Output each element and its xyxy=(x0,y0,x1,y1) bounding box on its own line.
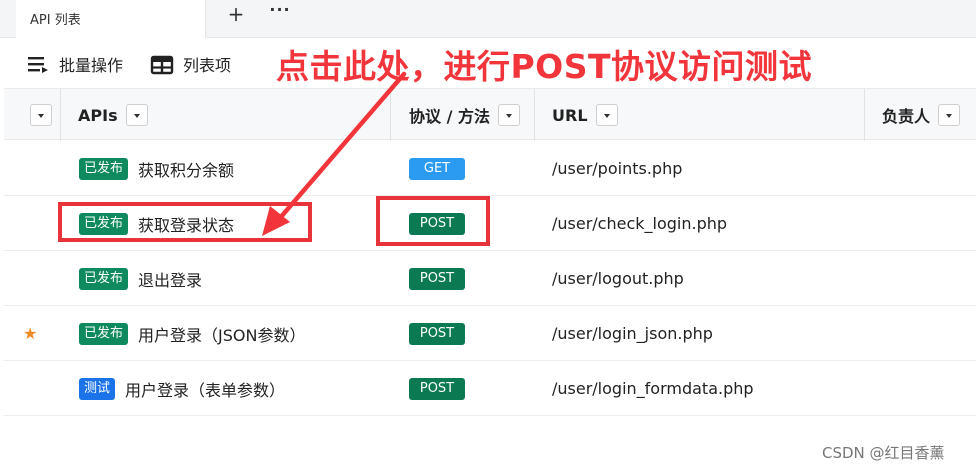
add-tab-button[interactable]: + xyxy=(224,2,248,26)
highlight-box-method xyxy=(376,196,490,246)
header-owner-dropdown[interactable] xyxy=(938,104,961,126)
url-text: /user/login_json.php xyxy=(552,324,713,343)
select-all-dropdown-cell xyxy=(30,89,52,141)
columns-button[interactable]: 列表项 xyxy=(150,51,231,77)
method-cell: GET xyxy=(409,141,465,196)
header-apis-label: APIs xyxy=(78,105,118,125)
api-name-link[interactable]: 用户登录（表单参数） xyxy=(125,377,285,401)
header-method-label: 协议 / 方法 xyxy=(409,107,490,126)
url-cell: /user/logout.php xyxy=(552,251,684,306)
header-apis-dropdown[interactable] xyxy=(125,104,148,126)
star-icon[interactable]: ★ xyxy=(23,324,37,343)
api-name-link[interactable]: 退出登录 xyxy=(138,267,202,291)
status-badge: 已发布 xyxy=(79,157,129,180)
url-cell: /user/login_formdata.php xyxy=(552,361,754,416)
header-owner-label: 负责人 xyxy=(882,107,931,126)
tab-bar: API 列表 + ··· xyxy=(0,0,976,38)
table-row[interactable]: 测试 用户登录（表单参数） POST/user/login_formdata.php xyxy=(4,361,976,416)
list-ops-icon xyxy=(26,52,50,76)
url-text: /user/login_formdata.php xyxy=(552,379,754,398)
header-url-dropdown[interactable] xyxy=(595,104,618,126)
header-owner: 负责人 xyxy=(882,89,961,141)
status-badge: 已发布 xyxy=(79,267,129,290)
header-method-dropdown[interactable] xyxy=(498,104,520,126)
url-text: /user/logout.php xyxy=(552,269,684,288)
status-badge: 已发布 xyxy=(79,322,129,345)
method-badge: GET xyxy=(409,157,465,180)
tab-api-list-label: API 列表 xyxy=(30,13,81,28)
method-badge: POST xyxy=(409,377,465,400)
api-cell: 已发布 退出登录 xyxy=(79,251,202,306)
header-url-label: URL xyxy=(552,105,588,125)
header-url: URL xyxy=(552,89,618,141)
method-cell: POST xyxy=(409,251,465,306)
select-all-dropdown[interactable] xyxy=(30,104,52,126)
method-badge: POST xyxy=(409,267,465,290)
batch-operation-button[interactable]: 批量操作 xyxy=(26,51,123,77)
method-cell: POST xyxy=(409,306,465,361)
api-cell: 测试 用户登录（表单参数） xyxy=(79,361,285,416)
table-row[interactable]: 已发布 退出登录 POST/user/logout.php xyxy=(4,251,976,306)
api-cell: 已发布 用户登录（JSON参数） xyxy=(79,306,305,361)
status-badge: 测试 xyxy=(79,377,116,400)
header-apis: APIs xyxy=(78,89,148,141)
star-cell: ★ xyxy=(23,306,37,361)
url-cell: /user/check_login.php xyxy=(552,196,727,251)
table-columns-icon xyxy=(150,52,174,76)
url-text: /user/points.php xyxy=(552,159,683,178)
table-row[interactable]: 已发布 获取积分余额 GET/user/points.php xyxy=(4,141,976,196)
url-cell: /user/login_json.php xyxy=(552,306,713,361)
table-row[interactable]: ★ 已发布 用户登录（JSON参数） POST/user/login_json.php xyxy=(4,306,976,361)
header-method: 协议 / 方法 xyxy=(409,89,520,141)
method-badge: POST xyxy=(409,322,465,345)
watermark: CSDN @红目香薰 xyxy=(822,444,945,462)
batch-operation-label: 批量操作 xyxy=(59,56,124,75)
annotation-text: 点击此处，进行POST协议访问测试 xyxy=(276,47,813,86)
columns-label: 列表项 xyxy=(183,56,232,75)
tab-api-list[interactable]: API 列表 xyxy=(16,0,206,38)
method-cell: POST xyxy=(409,361,465,416)
api-name-link[interactable]: 获取积分余额 xyxy=(138,157,234,181)
page: API 列表 + ··· 批量操作 列表项 APIs 协议 / 方法 URL 负… xyxy=(0,0,976,472)
highlight-box-api-name xyxy=(58,202,312,242)
table-header: APIs 协议 / 方法 URL 负责人 xyxy=(4,88,976,141)
api-cell: 已发布 获取积分余额 xyxy=(79,141,234,196)
more-tabs-button[interactable]: ··· xyxy=(268,0,292,24)
api-name-link[interactable]: 用户登录（JSON参数） xyxy=(138,322,305,346)
url-cell: /user/points.php xyxy=(552,141,682,196)
url-text: /user/check_login.php xyxy=(552,214,728,233)
